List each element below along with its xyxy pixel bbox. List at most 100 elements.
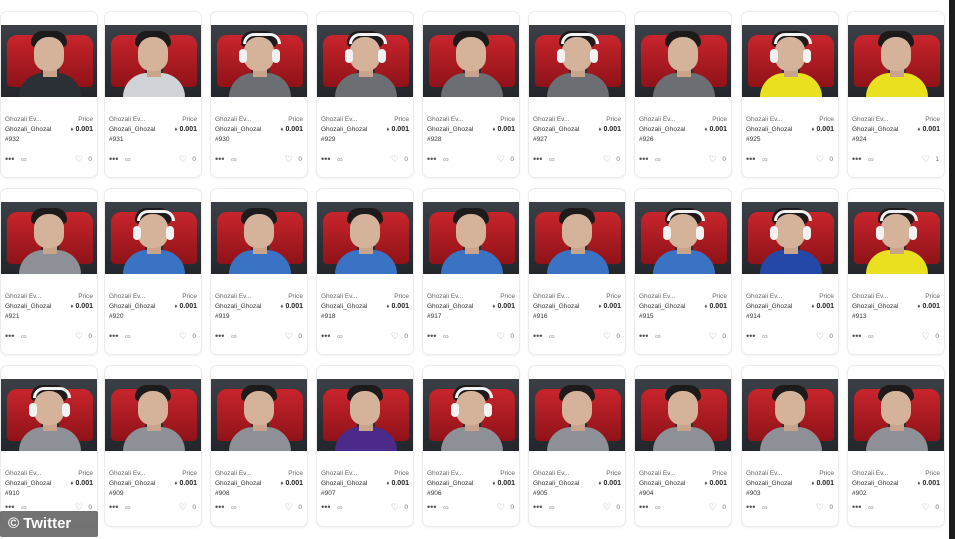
more-dots-icon[interactable]: ••• [852, 331, 861, 341]
link-icon[interactable]: ∞ [337, 155, 343, 165]
nft-image[interactable] [317, 25, 413, 97]
link-icon[interactable]: ∞ [21, 332, 27, 342]
more-dots-icon[interactable]: ••• [639, 331, 648, 341]
nft-owner[interactable]: Ghozali_Ghozal [533, 480, 579, 487]
nft-image[interactable] [529, 202, 625, 274]
collection-name[interactable]: Ghozali Ev... [215, 116, 251, 123]
heart-icon[interactable]: ♡ [603, 331, 611, 341]
nft-image[interactable] [742, 202, 838, 274]
nft-owner[interactable]: Ghozali_Ghozal [852, 480, 898, 487]
heart-icon[interactable]: ♡ [816, 502, 824, 512]
nft-owner[interactable]: Ghozali_Ghozal [321, 303, 367, 310]
heart-icon[interactable]: ♡ [391, 331, 399, 341]
link-icon[interactable]: ∞ [549, 503, 555, 513]
nft-image[interactable] [848, 379, 944, 451]
collection-name[interactable]: Ghozali Ev... [533, 293, 569, 300]
link-icon[interactable]: ∞ [655, 155, 661, 165]
heart-icon[interactable]: ♡ [922, 154, 930, 164]
nft-owner[interactable]: Ghozali_Ghozal [852, 126, 898, 133]
collection-name[interactable]: Ghozali Ev... [746, 116, 782, 123]
nft-owner[interactable]: Ghozali_Ghozal [533, 126, 579, 133]
nft-owner[interactable]: Ghozali_Ghozal [5, 480, 51, 487]
more-dots-icon[interactable]: ••• [746, 331, 755, 341]
collection-name[interactable]: Ghozali Ev... [852, 470, 888, 477]
collection-name[interactable]: Ghozali Ev... [321, 293, 357, 300]
heart-icon[interactable]: ♡ [75, 331, 83, 341]
nft-card[interactable]: Ghozali Ev... Price Ghozali_Ghozal ♦ 0.00… [317, 12, 413, 177]
nft-card[interactable]: Ghozali Ev... Price Ghozali_Ghozal ♦ 0.00… [848, 189, 944, 354]
nft-card[interactable]: Ghozali Ev... Price Ghozali_Ghozal ♦ 0.00… [635, 12, 731, 177]
more-dots-icon[interactable]: ••• [852, 154, 861, 164]
heart-icon[interactable]: ♡ [285, 502, 293, 512]
link-icon[interactable]: ∞ [125, 332, 131, 342]
link-icon[interactable]: ∞ [868, 155, 874, 165]
nft-owner[interactable]: Ghozali_Ghozal [215, 480, 261, 487]
nft-owner[interactable]: Ghozali_Ghozal [321, 480, 367, 487]
collection-name[interactable]: Ghozali Ev... [215, 293, 251, 300]
nft-image[interactable] [742, 379, 838, 451]
link-icon[interactable]: ∞ [868, 332, 874, 342]
nft-image[interactable] [105, 25, 201, 97]
collection-name[interactable]: Ghozali Ev... [109, 293, 145, 300]
more-dots-icon[interactable]: ••• [533, 331, 542, 341]
heart-icon[interactable]: ♡ [922, 331, 930, 341]
nft-card[interactable]: Ghozali Ev... Price Ghozali_Ghozal ♦ 0.00… [211, 366, 307, 526]
nft-image[interactable] [635, 202, 731, 274]
collection-name[interactable]: Ghozali Ev... [321, 470, 357, 477]
more-dots-icon[interactable]: ••• [215, 154, 224, 164]
more-dots-icon[interactable]: ••• [109, 154, 118, 164]
more-dots-icon[interactable]: ••• [109, 502, 118, 512]
link-icon[interactable]: ∞ [443, 155, 449, 165]
nft-card[interactable]: Ghozali Ev... Price Ghozali_Ghozal ♦ 0.00… [211, 189, 307, 354]
nft-card[interactable]: Ghozali Ev... Price Ghozali_Ghozal ♦ 0.00… [529, 12, 625, 177]
heart-icon[interactable]: ♡ [497, 502, 505, 512]
link-icon[interactable]: ∞ [337, 332, 343, 342]
more-dots-icon[interactable]: ••• [533, 154, 542, 164]
nft-owner[interactable]: Ghozali_Ghozal [427, 303, 473, 310]
nft-card[interactable]: Ghozali Ev... Price Ghozali_Ghozal ♦ 0.00… [1, 366, 97, 526]
heart-icon[interactable]: ♡ [179, 331, 187, 341]
more-dots-icon[interactable]: ••• [215, 331, 224, 341]
collection-name[interactable]: Ghozali Ev... [109, 116, 145, 123]
heart-icon[interactable]: ♡ [709, 154, 717, 164]
nft-card[interactable]: Ghozali Ev... Price Ghozali_Ghozal ♦ 0.00… [742, 366, 838, 526]
link-icon[interactable]: ∞ [549, 332, 555, 342]
link-icon[interactable]: ∞ [231, 155, 237, 165]
nft-card[interactable]: Ghozali Ev... Price Ghozali_Ghozal ♦ 0.00… [423, 12, 519, 177]
nft-owner[interactable]: Ghozali_Ghozal [639, 303, 685, 310]
link-icon[interactable]: ∞ [337, 503, 343, 513]
nft-card[interactable]: Ghozali Ev... Price Ghozali_Ghozal ♦ 0.00… [423, 366, 519, 526]
nft-owner[interactable]: Ghozali_Ghozal [746, 126, 792, 133]
collection-name[interactable]: Ghozali Ev... [852, 116, 888, 123]
heart-icon[interactable]: ♡ [816, 331, 824, 341]
more-dots-icon[interactable]: ••• [109, 331, 118, 341]
collection-name[interactable]: Ghozali Ev... [427, 293, 463, 300]
nft-owner[interactable]: Ghozali_Ghozal [427, 126, 473, 133]
link-icon[interactable]: ∞ [231, 332, 237, 342]
nft-image[interactable] [635, 379, 731, 451]
nft-image[interactable] [211, 25, 307, 97]
nft-image[interactable] [423, 202, 519, 274]
nft-card[interactable]: Ghozali Ev... Price Ghozali_Ghozal ♦ 0.00… [1, 12, 97, 177]
nft-card[interactable]: Ghozali Ev... Price Ghozali_Ghozal ♦ 0.00… [635, 366, 731, 526]
nft-card[interactable]: Ghozali Ev... Price Ghozali_Ghozal ♦ 0.00… [742, 189, 838, 354]
collection-name[interactable]: Ghozali Ev... [852, 293, 888, 300]
nft-owner[interactable]: Ghozali_Ghozal [533, 303, 579, 310]
nft-card[interactable]: Ghozali Ev... Price Ghozali_Ghozal ♦ 0.00… [317, 189, 413, 354]
collection-name[interactable]: Ghozali Ev... [427, 116, 463, 123]
collection-name[interactable]: Ghozali Ev... [639, 116, 675, 123]
collection-name[interactable]: Ghozali Ev... [109, 470, 145, 477]
more-dots-icon[interactable]: ••• [852, 502, 861, 512]
collection-name[interactable]: Ghozali Ev... [5, 470, 41, 477]
nft-card[interactable]: Ghozali Ev... Price Ghozali_Ghozal ♦ 0.00… [1, 189, 97, 354]
link-icon[interactable]: ∞ [762, 155, 768, 165]
heart-icon[interactable]: ♡ [285, 331, 293, 341]
nft-owner[interactable]: Ghozali_Ghozal [639, 480, 685, 487]
collection-name[interactable]: Ghozali Ev... [639, 470, 675, 477]
heart-icon[interactable]: ♡ [603, 154, 611, 164]
more-dots-icon[interactable]: ••• [533, 502, 542, 512]
heart-icon[interactable]: ♡ [391, 154, 399, 164]
collection-name[interactable]: Ghozali Ev... [5, 293, 41, 300]
collection-name[interactable]: Ghozali Ev... [321, 116, 357, 123]
more-dots-icon[interactable]: ••• [639, 154, 648, 164]
